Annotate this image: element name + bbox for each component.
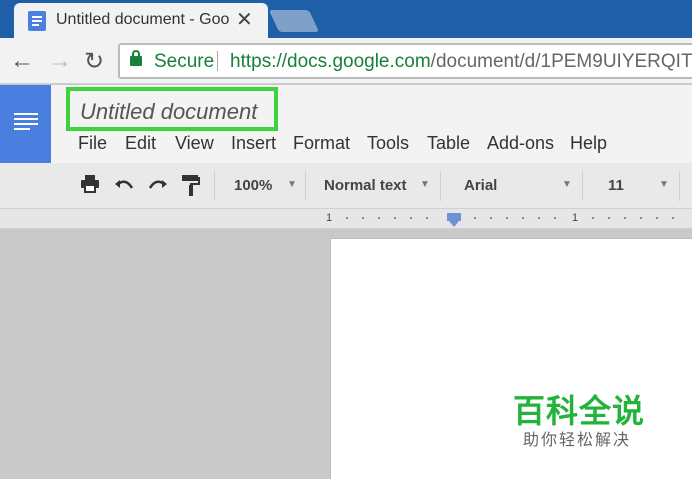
- back-arrow-icon[interactable]: ←: [10, 47, 34, 75]
- ruler-tick: [506, 217, 508, 219]
- menu-insert[interactable]: Insert: [231, 133, 276, 154]
- menu-edit[interactable]: Edit: [125, 133, 156, 154]
- ruler-tick: [592, 217, 594, 219]
- zoom-select[interactable]: 100%: [234, 177, 272, 194]
- menu-view[interactable]: View: [175, 133, 214, 154]
- ruler-tick: [394, 217, 396, 219]
- toolbar-divider: [582, 171, 583, 201]
- document-title[interactable]: Untitled document: [80, 99, 257, 125]
- ruler-tick: [490, 217, 492, 219]
- ruler-tick: [672, 217, 674, 219]
- ruler-number: 1: [326, 212, 333, 224]
- browser-tab[interactable]: Untitled document - Goo ✕: [14, 3, 268, 38]
- caret-down-icon[interactable]: ▼: [562, 179, 572, 190]
- indent-marker[interactable]: [447, 213, 461, 227]
- ruler-tick: [538, 217, 540, 219]
- ruler-tick: [608, 217, 610, 219]
- menu-table[interactable]: Table: [427, 133, 470, 154]
- caret-down-icon[interactable]: ▼: [287, 179, 297, 190]
- forward-arrow-icon[interactable]: →: [48, 47, 72, 75]
- ruler-tick: [474, 217, 476, 219]
- tab-title: Untitled document - Goo: [56, 11, 230, 28]
- menu-add-ons[interactable]: Add-ons: [487, 133, 554, 154]
- ruler-tick: [378, 217, 380, 219]
- ruler-tick: [410, 217, 412, 219]
- ruler-tick: [426, 217, 428, 219]
- ruler-tick: [656, 217, 658, 219]
- toolbar-divider: [679, 171, 680, 201]
- font-select[interactable]: Arial: [464, 177, 497, 194]
- undo-icon[interactable]: [114, 175, 134, 198]
- caret-down-icon[interactable]: ▼: [659, 179, 669, 190]
- docs-toolbar: 100% ▼ Normal text ▼ Arial ▼ 11 ▼: [0, 163, 692, 209]
- ruler-tick: [346, 217, 348, 219]
- address-bar[interactable]: Secure https://docs.google.com/document/…: [118, 43, 692, 79]
- docs-favicon-icon: [28, 11, 46, 31]
- caret-down-icon[interactable]: ▼: [420, 179, 430, 190]
- omnibox-divider: [217, 51, 218, 71]
- menu-format[interactable]: Format: [293, 133, 350, 154]
- new-tab-button[interactable]: [268, 10, 320, 32]
- menu-file[interactable]: File: [78, 133, 107, 154]
- url-path: /document/d/1PEM9UIYERQIT9xN: [430, 51, 692, 72]
- print-icon[interactable]: [80, 175, 100, 199]
- reload-icon[interactable]: ↻: [84, 47, 104, 76]
- ruler-tick: [624, 217, 626, 219]
- ruler-tick: [362, 217, 364, 219]
- ruler: 1 1: [0, 209, 692, 229]
- lock-icon: [130, 50, 142, 66]
- url-host: https://docs.google.com: [230, 51, 431, 72]
- ruler-tick: [554, 217, 556, 219]
- menu-help[interactable]: Help: [570, 133, 607, 154]
- ruler-tick: [640, 217, 642, 219]
- font-size-select[interactable]: 11: [608, 177, 624, 194]
- paint-format-icon[interactable]: [182, 175, 200, 203]
- menu-tools[interactable]: Tools: [367, 133, 409, 154]
- toolbar-divider: [214, 171, 215, 201]
- redo-icon[interactable]: [148, 175, 168, 198]
- paragraph-style-select[interactable]: Normal text: [324, 177, 407, 194]
- close-icon[interactable]: ✕: [236, 7, 253, 32]
- watermark-logo: 百科全说 助你轻松解决: [493, 370, 667, 454]
- watermark-sub-text: 助你轻松解决: [523, 432, 632, 449]
- ruler-number: 1: [572, 212, 579, 224]
- docs-header: Untitled document File Edit View Insert …: [0, 85, 692, 163]
- toolbar-divider: [440, 171, 441, 201]
- address-bar-row: ← → ↻ Secure https://docs.google.com/doc…: [0, 38, 692, 84]
- url-text[interactable]: https://docs.google.com/document/d/1PEM9…: [230, 51, 692, 73]
- browser-tab-strip: Untitled document - Goo ✕: [0, 0, 692, 38]
- docs-logo-icon[interactable]: [0, 85, 51, 163]
- toolbar-divider: [305, 171, 306, 201]
- title-highlight-box: Untitled document: [66, 87, 278, 131]
- secure-label: Secure: [154, 51, 215, 72]
- ruler-tick: [522, 217, 524, 219]
